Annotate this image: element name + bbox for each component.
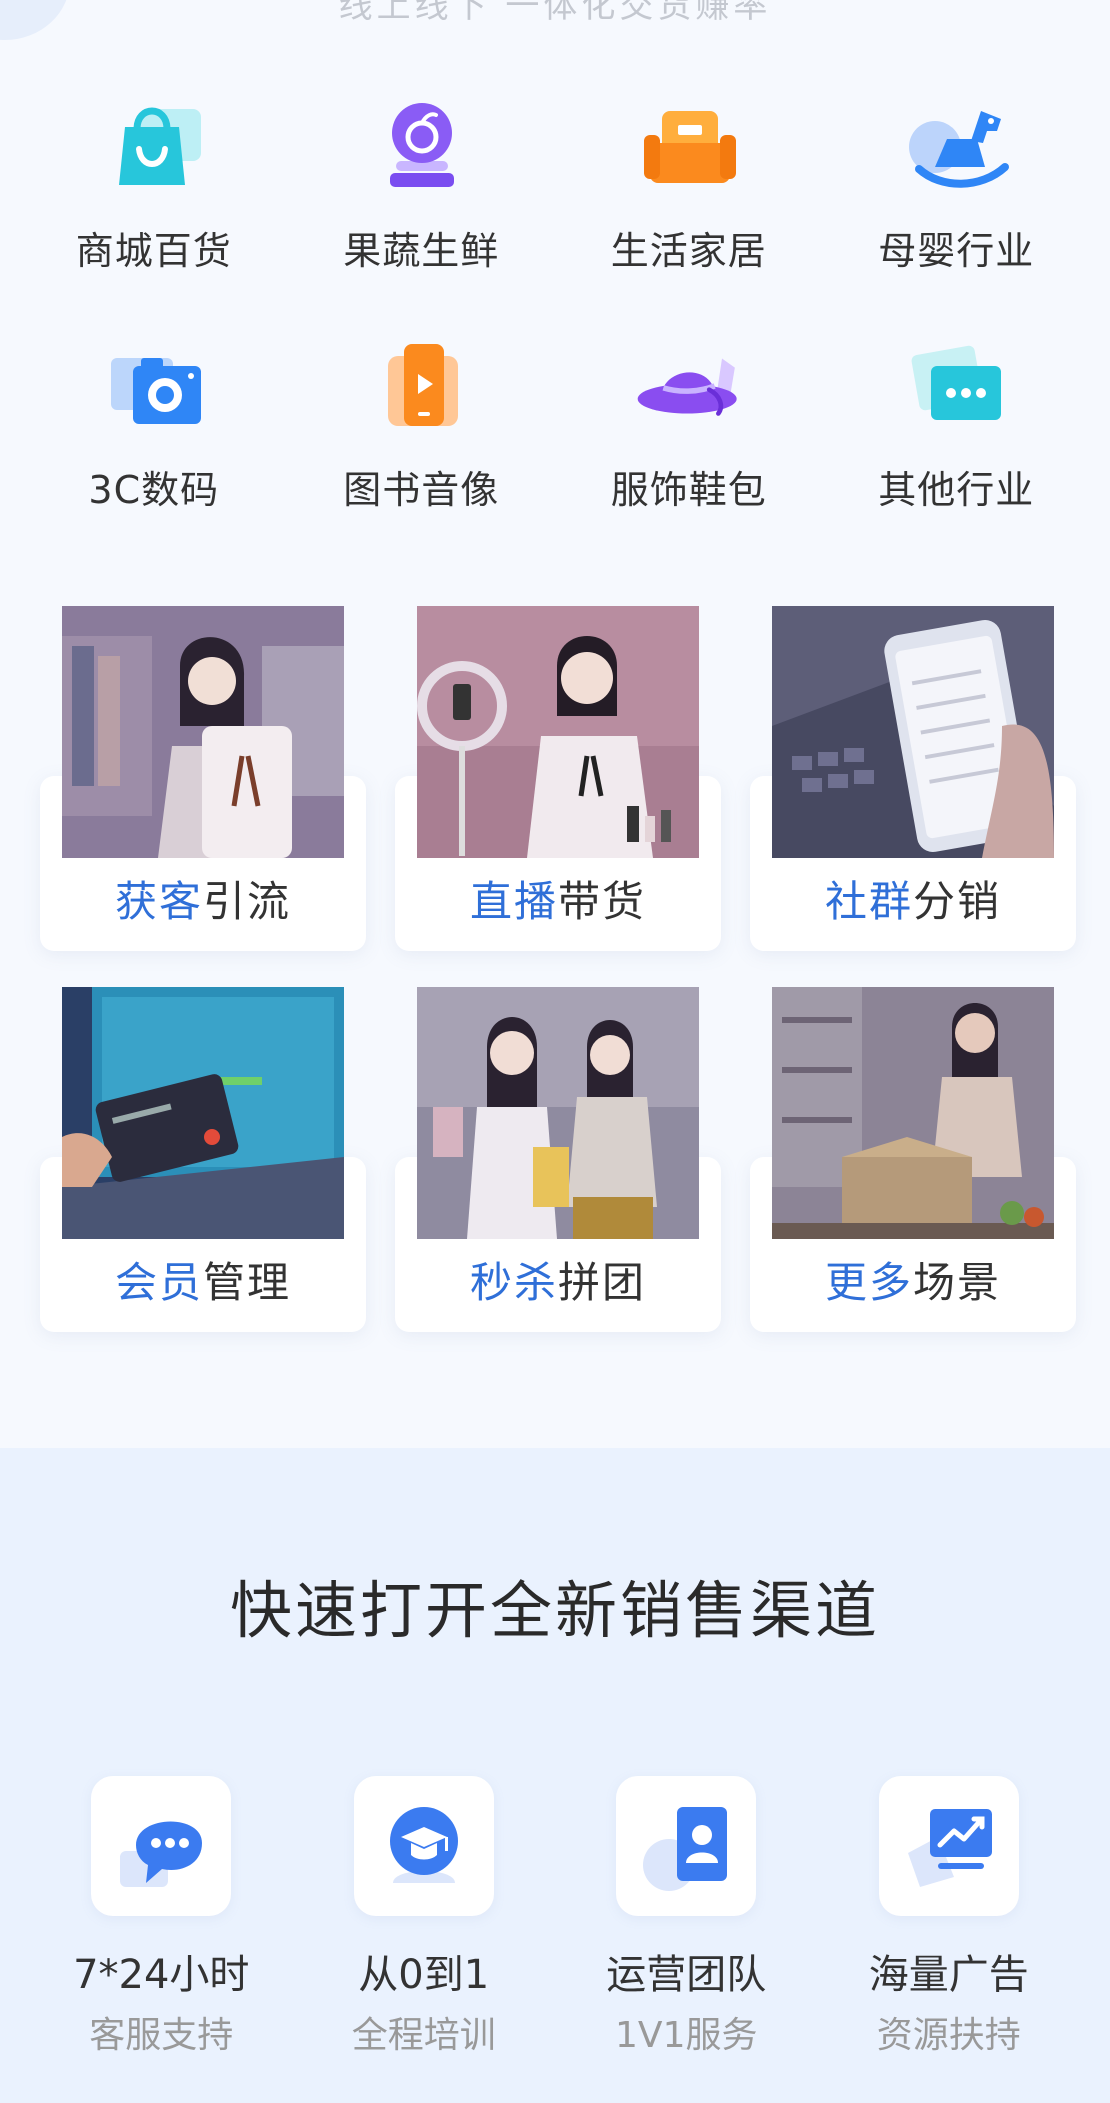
service-item-ads[interactable]: 海量广告 资源扶持 [818,1776,1081,2058]
industry-section: 线上线下 一体化交货赚率 商城百货 果蔬生鲜 生活家居 母婴行业 3C数码 图书… [0,0,1110,1448]
unboxing-kitchen-photo [772,987,1054,1239]
industry-grid: 商城百货 果蔬生鲜 生活家居 母婴行业 3C数码 图书音像 服饰鞋包 其他行业 [20,92,1090,514]
industry-label: 商城百货 [75,229,232,273]
service-subtitle: 1V1服务 [615,2015,758,2056]
industry-label: 果蔬生鲜 [343,229,500,273]
monitor-chart-icon [878,1776,1019,1916]
card-payment-laptop-photo [62,987,344,1239]
industry-item-baby[interactable]: 母婴行业 [823,92,1091,275]
industry-label: 其他行业 [878,468,1035,512]
scene-label: 获客引流 [114,877,292,926]
scene-card-acquire[interactable]: 获客引流 [40,606,366,951]
industry-label: 母婴行业 [878,229,1035,273]
user-card-icon [616,1776,757,1916]
section-title: 快速打开全新销售渠道 [229,1574,880,1647]
industry-label: 服饰鞋包 [610,468,767,512]
shopping-friends-photo [417,987,699,1239]
woman-with-clothes-photo [62,606,344,858]
graduation-cap-icon [353,1776,494,1916]
scene-label: 秒杀拼团 [469,1258,647,1307]
scene-label: 会员管理 [114,1258,292,1307]
scene-card-more[interactable]: 更多场景 [750,987,1076,1332]
service-title: 海量广告 [868,1952,1029,1998]
scene-card-flashsale[interactable]: 秒杀拼团 [395,987,721,1332]
section-caption: 线上线下 一体化交货赚率 [338,0,772,26]
scene-label: 更多场景 [824,1258,1002,1307]
service-title: 运营团队 [606,1952,767,1998]
scene-card-community[interactable]: 社群分销 [750,606,1076,951]
industry-item-fashion[interactable]: 服饰鞋包 [555,331,823,514]
service-subtitle: 资源扶持 [876,2015,1021,2056]
shopping-bag-icon [99,92,209,202]
rocking-horse-icon [901,92,1011,202]
video-phone-icon [366,331,476,441]
sofa-icon [634,92,744,202]
phone-in-hand-photo [772,606,1054,858]
scene-label: 直播带货 [469,877,647,926]
industry-item-home[interactable]: 生活家居 [555,92,823,275]
scene-card-member[interactable]: 会员管理 [40,987,366,1332]
service-item-training[interactable]: 从0到1 全程培训 [293,1776,556,2058]
service-title: 从0到1 [358,1952,490,1998]
service-item-operations[interactable]: 运营团队 1V1服务 [555,1776,818,2058]
camera-icon [99,331,209,441]
channel-section: 快速打开全新销售渠道 7*24小时 客服支持 从0到1 全程培训 运营团队 1V… [0,1448,1110,2103]
industry-label: 3C数码 [88,468,220,512]
industry-item-digital[interactable]: 3C数码 [20,331,288,514]
scene-card-livestream[interactable]: 直播带货 [395,606,721,951]
scene-label: 社群分销 [824,877,1002,926]
more-chat-icon [901,331,1011,441]
service-grid: 7*24小时 客服支持 从0到1 全程培训 运营团队 1V1服务 海量广告 资源… [30,1776,1080,2058]
industry-item-fresh[interactable]: 果蔬生鲜 [288,92,556,275]
scene-grid: 获客引流 直播带货 社群分销 会员管理 秒杀拼团 更多场景 [40,606,1076,1332]
industry-item-books[interactable]: 图书音像 [288,331,556,514]
industry-label: 生活家居 [610,229,767,273]
chat-bubble-icon [91,1776,232,1916]
service-title: 7*24小时 [73,1952,250,1998]
livestream-host-photo [417,606,699,858]
fruit-icon [366,92,476,202]
hat-icon [634,331,744,441]
service-subtitle: 全程培训 [351,2015,496,2056]
industry-label: 图书音像 [343,468,500,512]
service-item-support[interactable]: 7*24小时 客服支持 [30,1776,293,2058]
industry-item-other[interactable]: 其他行业 [823,331,1091,514]
industry-item-mall[interactable]: 商城百货 [20,92,288,275]
service-subtitle: 客服支持 [89,2015,234,2056]
